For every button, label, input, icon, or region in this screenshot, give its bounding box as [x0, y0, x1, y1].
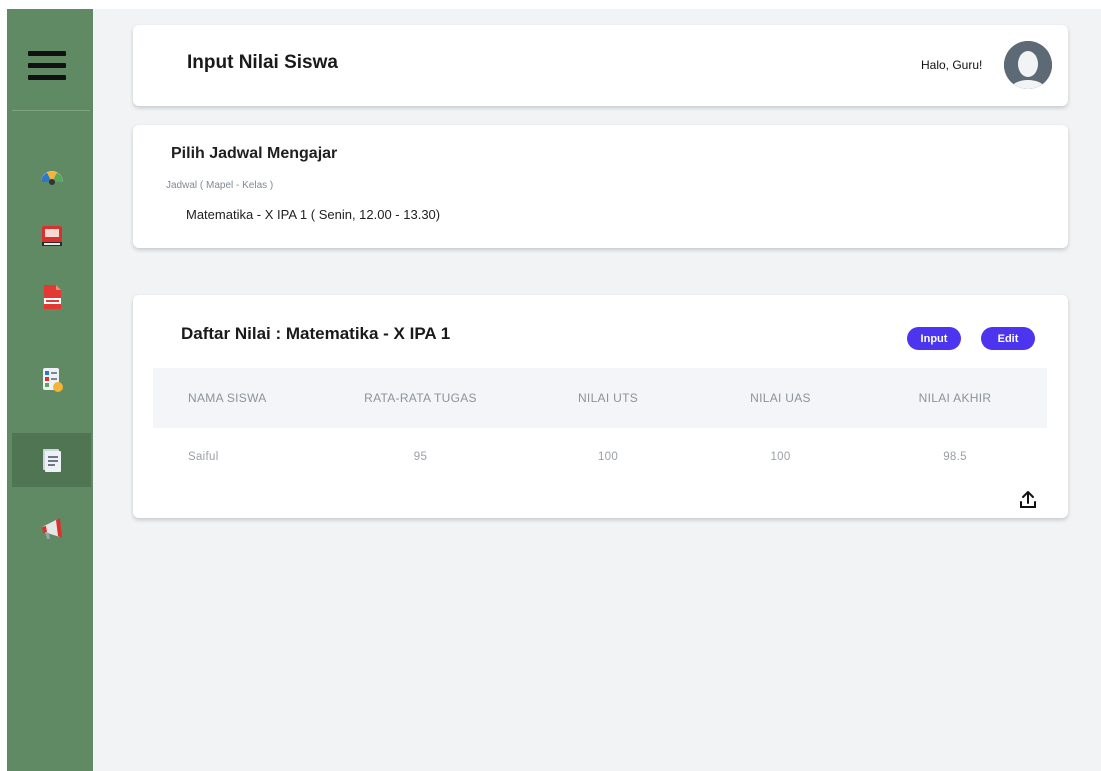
jadwal-title: Pilih Jadwal Mengajar: [171, 145, 338, 162]
table-header: NAMA SISWA RATA-RATA TUGAS NILAI UTS NIL…: [153, 368, 1047, 428]
page-title: Input Nilai Siswa: [187, 52, 338, 73]
column-header-uas: NILAI UAS: [750, 391, 811, 405]
sidebar-item-schedule[interactable]: [12, 353, 91, 407]
sidebar: [7, 9, 93, 771]
column-header-tugas: RATA-RATA TUGAS: [364, 391, 477, 405]
table-row: Saiful 95 100 100 98.5: [153, 436, 1047, 478]
sidebar-item-announcement[interactable]: [12, 502, 91, 556]
sidebar-divider: [12, 110, 90, 111]
cell-uts: 100: [597, 451, 619, 463]
header-card: Input Nilai Siswa Halo, Guru!: [133, 25, 1068, 106]
upload-icon[interactable]: [1019, 490, 1037, 510]
hamburger-menu-icon[interactable]: [28, 51, 66, 81]
jadwal-field-label: Jadwal ( Mapel - Kelas ): [166, 180, 274, 191]
grades-card: Daftar Nilai : Matematika - X IPA 1 Inpu…: [133, 295, 1068, 518]
cell-uas: 100: [770, 451, 791, 463]
edit-button[interactable]: Edit: [981, 327, 1035, 350]
greeting-text: Halo, Guru!: [921, 58, 983, 72]
jadwal-select[interactable]: Matematika - X IPA 1 ( Senin, 12.00 - 13…: [186, 207, 440, 222]
app-frame: Input Nilai Siswa Halo, Guru! Pilih Jadw…: [7, 9, 1101, 771]
cell-akhir: 98.5: [943, 451, 967, 463]
column-header-uts: NILAI UTS: [577, 391, 639, 405]
cell-tugas: 95: [413, 451, 428, 463]
cell-nama: Saiful: [188, 451, 219, 463]
sidebar-item-book[interactable]: [12, 209, 91, 263]
megaphone-icon: [38, 516, 66, 542]
avatar[interactable]: [1004, 41, 1052, 89]
user-avatar-icon: [1004, 41, 1052, 89]
column-header-nama: NAMA SISWA: [188, 391, 267, 405]
grades-title: Daftar Nilai : Matematika - X IPA 1: [181, 324, 451, 343]
dashboard-gauge-icon: [38, 162, 66, 186]
report-document-icon: [40, 283, 64, 311]
grade-document-icon: [41, 447, 63, 473]
sidebar-item-dashboard[interactable]: [12, 147, 91, 201]
book-icon: [39, 223, 65, 249]
sidebar-item-grades[interactable]: [12, 433, 91, 487]
input-button[interactable]: Input: [907, 327, 961, 350]
jadwal-card: Pilih Jadwal Mengajar Jadwal ( Mapel - K…: [133, 125, 1068, 248]
sidebar-item-report[interactable]: [12, 270, 91, 324]
column-header-akhir: NILAI AKHIR: [918, 391, 992, 405]
schedule-list-icon: [40, 366, 64, 394]
